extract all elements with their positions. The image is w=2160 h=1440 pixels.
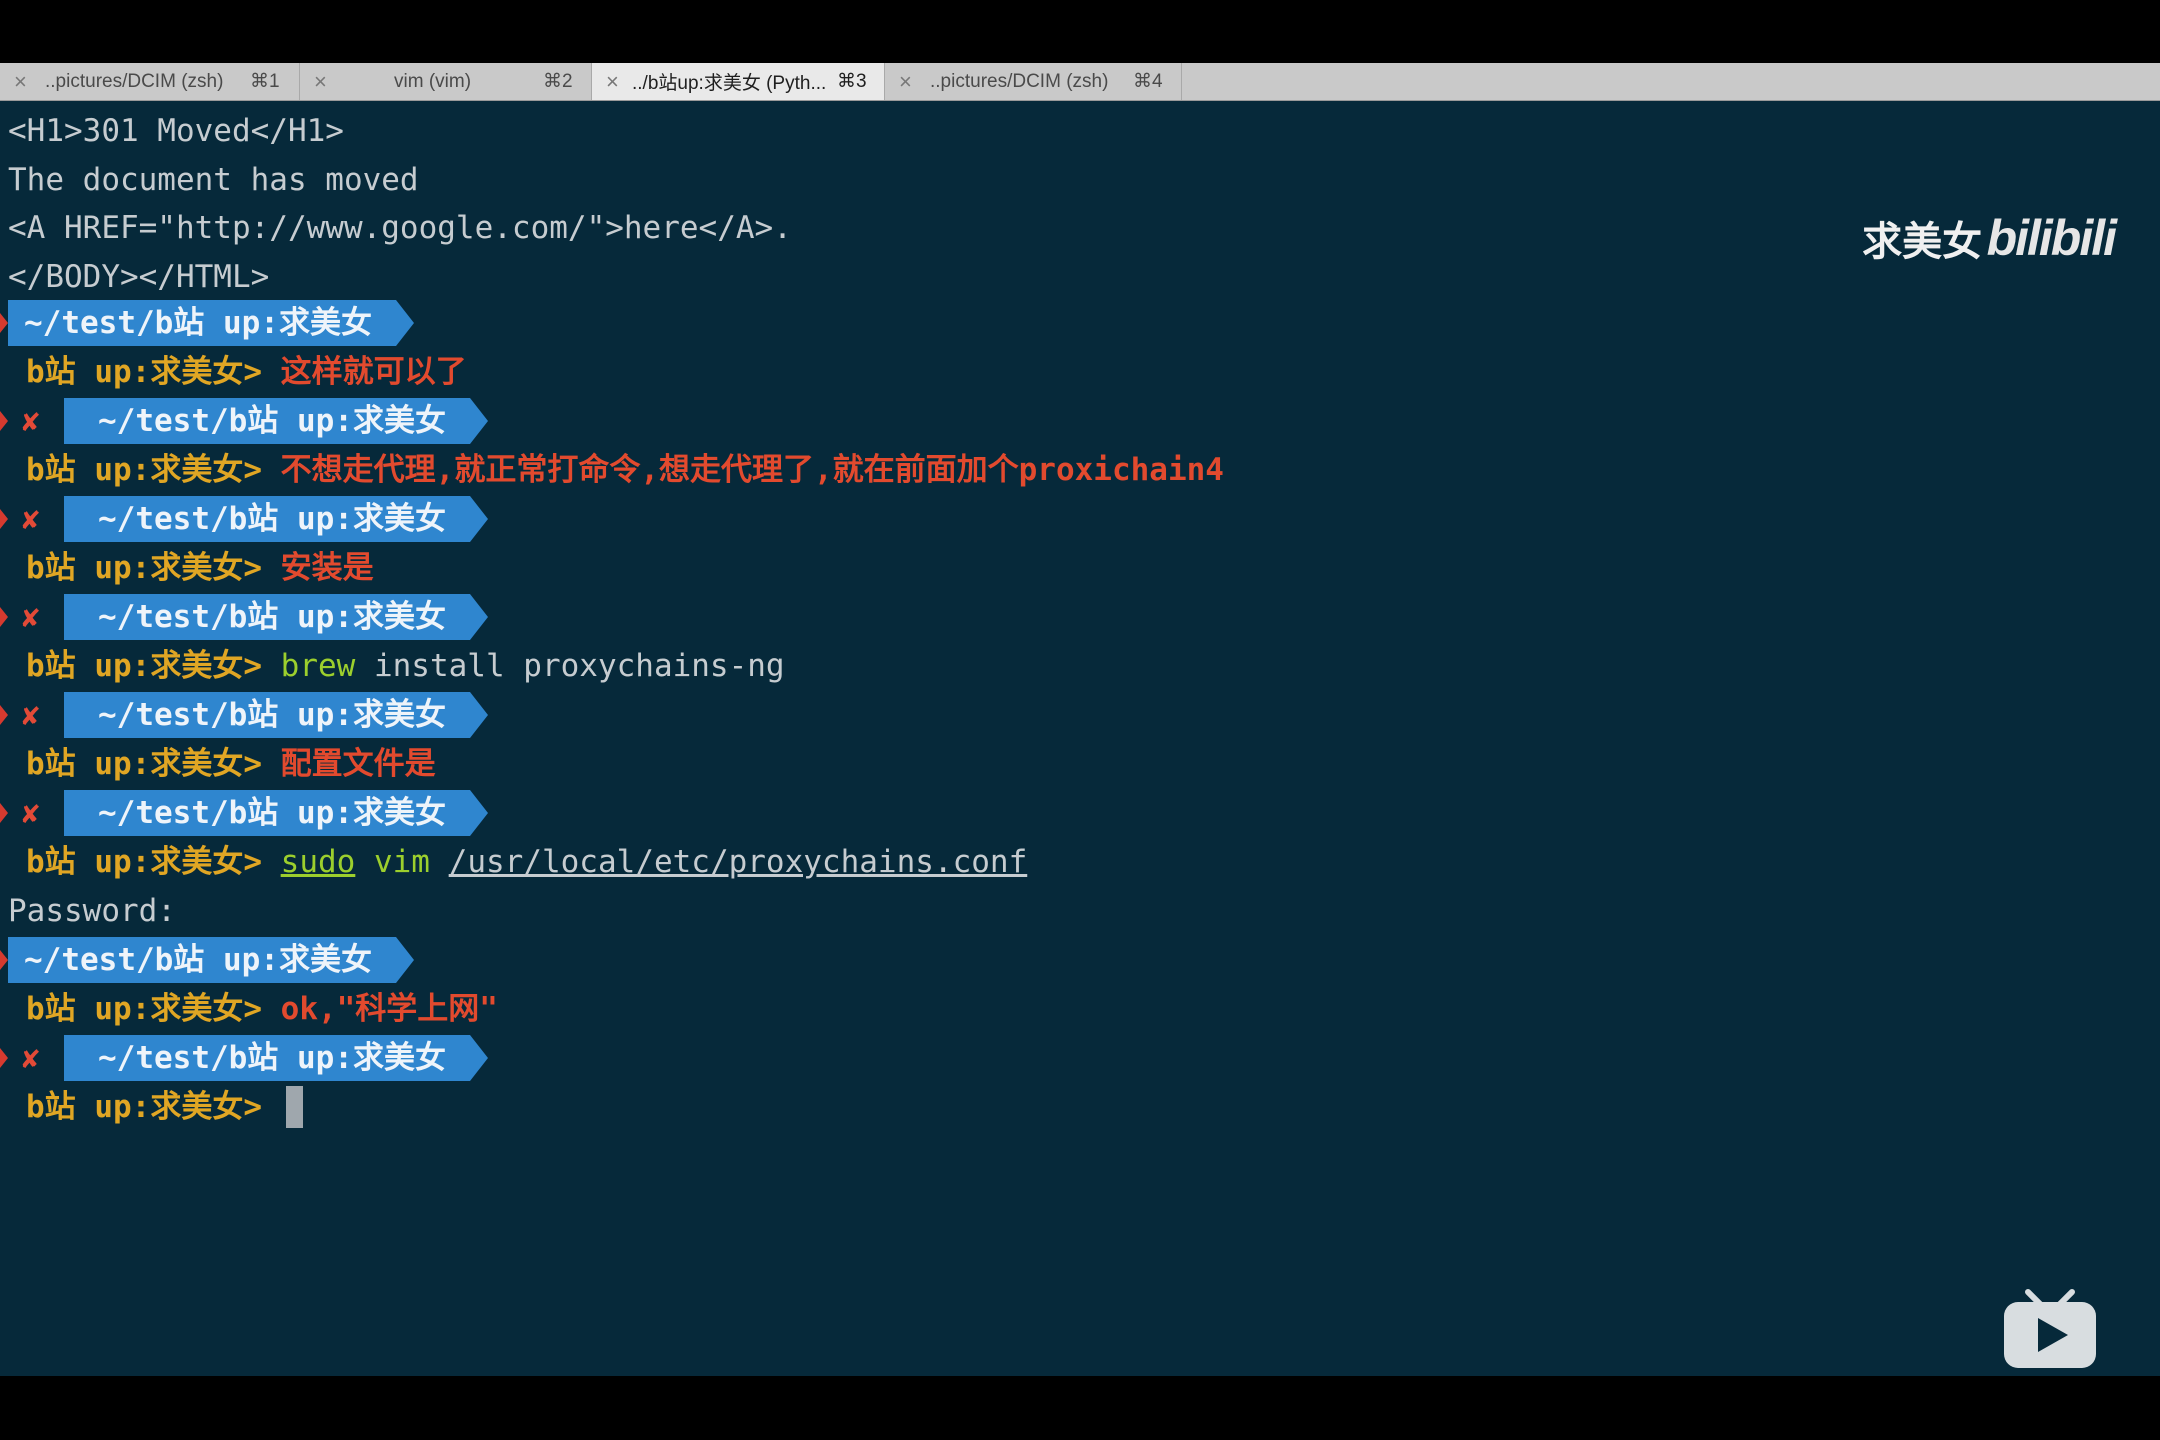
close-icon[interactable]: ×	[899, 69, 912, 95]
command: sudo	[280, 844, 356, 880]
arrow-icon	[0, 705, 8, 725]
arrow-icon	[0, 950, 8, 970]
segment-tip	[470, 1035, 488, 1081]
close-icon[interactable]: ×	[314, 69, 327, 95]
segment-tip	[470, 496, 488, 542]
arrow-icon	[0, 803, 8, 823]
segment-tip	[396, 937, 414, 983]
prompt-line: b站 up:求美女> 这样就可以了	[26, 349, 467, 395]
command: brew	[280, 648, 356, 684]
arrow-icon	[0, 1048, 8, 1068]
arrow-icon	[0, 509, 8, 529]
prompt-line: b站 up:求美女> 配置文件是	[26, 741, 436, 787]
tab-title: ..pictures/DCIM (zsh)	[45, 70, 224, 92]
prompt-line: b站 up:求美女> brew install proxychains-ng	[26, 643, 785, 689]
segment-tip	[396, 300, 414, 346]
prompt: b站 up:求美女>	[26, 844, 262, 880]
prompt-line: b站 up:求美女> sudo vim /usr/local/etc/proxy…	[26, 839, 1027, 885]
prompt-line: b站 up:求美女> 安装是	[26, 545, 374, 591]
prompt: b站 up:求美女>	[26, 991, 262, 1027]
path-segment: ~/test/b站 up:求美女	[64, 790, 470, 836]
prompt: b站 up:求美女>	[26, 354, 262, 390]
tab-1[interactable]: × ..pictures/DCIM (zsh) ⌘1	[0, 63, 300, 100]
error-icon: ✘	[22, 1041, 40, 1075]
path-segment: ~/test/b站 up:求美女	[64, 496, 470, 542]
close-icon[interactable]: ×	[14, 69, 27, 95]
message: 安装是	[280, 550, 374, 586]
path-segment: ~/test/b站 up:求美女	[64, 1035, 470, 1081]
prompt: b站 up:求美女>	[26, 1089, 262, 1125]
prompt: b站 up:求美女>	[26, 550, 262, 586]
tab-shortcut: ⌘3	[837, 71, 867, 92]
arrow-icon	[0, 607, 8, 627]
bilibili-logo: bilibili	[1986, 210, 2117, 266]
tab-3[interactable]: × ../b站up:求美女 (Pyth... ⌘3	[592, 63, 885, 100]
prompt-line: b站 up:求美女>	[26, 1084, 262, 1130]
tab-2[interactable]: × vim (vim) ⌘2	[300, 63, 592, 100]
error-icon: ✘	[22, 600, 40, 634]
output-line: The document has moved	[8, 162, 419, 198]
arrow-icon	[0, 411, 8, 431]
password-line: Password:	[8, 893, 176, 929]
path-segment: ~/test/b站 up:求美女	[8, 300, 396, 346]
tab-shortcut: ⌘1	[250, 71, 280, 92]
terminal-pane[interactable]: 求美女 bilibili <H1>301 Moved</H1> The docu…	[0, 101, 2160, 1376]
message: 这样就可以了	[280, 354, 467, 390]
output-line: <A HREF="http://www.google.com/">here</A…	[8, 210, 792, 246]
prompt: b站 up:求美女>	[26, 452, 262, 488]
tab-shortcut: ⌘2	[543, 71, 573, 92]
error-icon: ✘	[22, 502, 40, 536]
segment-tip	[470, 594, 488, 640]
error-icon: ✘	[22, 796, 40, 830]
watermark-text: 求美女	[1862, 220, 1983, 264]
error-icon: ✘	[22, 404, 40, 438]
arrow-icon	[0, 313, 8, 333]
prompt: b站 up:求美女>	[26, 746, 262, 782]
segment-tip	[470, 790, 488, 836]
command-args: install proxychains-ng	[373, 648, 785, 684]
tab-title: vim (vim)	[394, 70, 472, 92]
prompt-line: b站 up:求美女> ok,"科学上网"	[26, 986, 498, 1032]
prompt-line: b站 up:求美女> 不想走代理,就正常打命令,想走代理了,就在前面加个prox…	[26, 447, 1224, 493]
bilibili-tv-icon	[2004, 1289, 2096, 1368]
segment-tip	[470, 398, 488, 444]
output-line: </BODY></HTML>	[8, 259, 270, 295]
tab-shortcut: ⌘4	[1133, 71, 1163, 92]
message: 配置文件是	[280, 746, 436, 782]
path-segment: ~/test/b站 up:求美女	[64, 398, 470, 444]
path-segment: ~/test/b站 up:求美女	[64, 594, 470, 640]
prompt: b站 up:求美女>	[26, 648, 262, 684]
command: vim	[373, 844, 430, 880]
path-segment: ~/test/b站 up:求美女	[64, 692, 470, 738]
path-segment: ~/test/b站 up:求美女	[8, 937, 396, 983]
text-cursor	[286, 1086, 303, 1128]
file-path[interactable]: /usr/local/etc/proxychains.conf	[449, 844, 1028, 880]
message: ok,"科学上网"	[280, 991, 498, 1027]
close-icon[interactable]: ×	[606, 69, 619, 95]
output-line: <H1>301 Moved</H1>	[8, 113, 344, 149]
segment-tip	[470, 692, 488, 738]
message: 不想走代理,就正常打命令,想走代理了,就在前面加个proxichain4	[280, 452, 1224, 488]
tab-title: ../b站up:求美女 (Pyth...	[632, 73, 827, 94]
tab-4[interactable]: × ..pictures/DCIM (zsh) ⌘4	[885, 63, 1182, 100]
watermark: 求美女 bilibili	[1862, 209, 2117, 267]
tab-title: ..pictures/DCIM (zsh)	[930, 70, 1109, 92]
tab-bar: × ..pictures/DCIM (zsh) ⌘1 × vim (vim) ⌘…	[0, 63, 2160, 101]
error-icon: ✘	[22, 698, 40, 732]
